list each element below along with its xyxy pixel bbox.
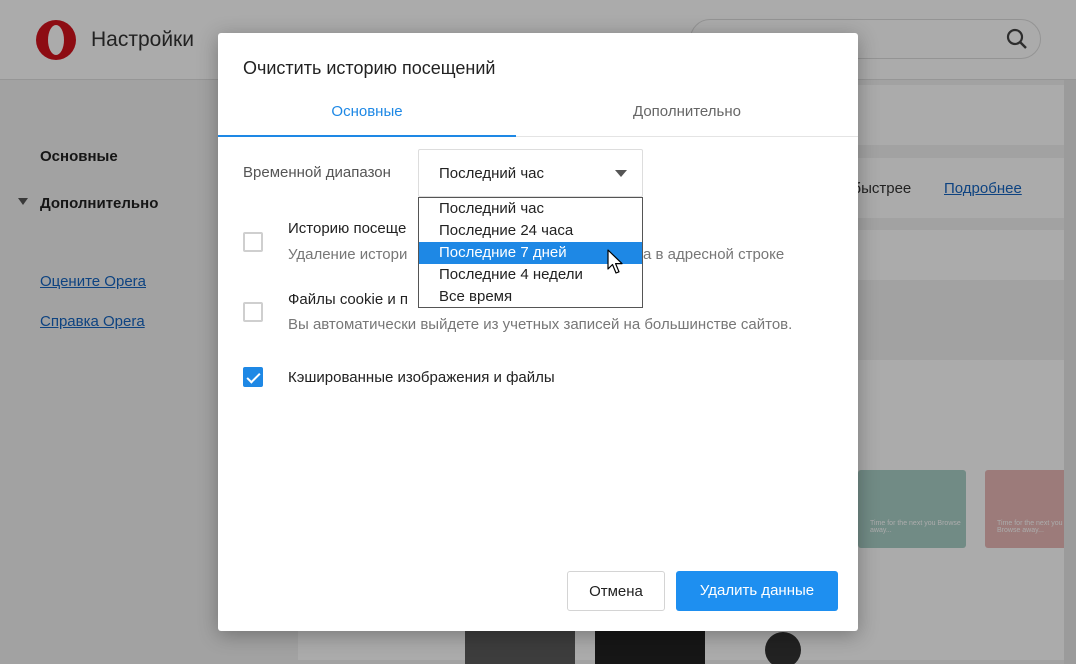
dropdown-option-last-hour[interactable]: Последний час — [419, 198, 642, 220]
mouse-cursor-icon — [607, 249, 623, 274]
cache-option-title: Кэшированные изображения и файлы — [288, 369, 555, 386]
clear-data-button[interactable]: Удалить данные — [676, 571, 838, 611]
cookies-checkbox[interactable] — [243, 302, 263, 322]
history-option-desc-tail: а в адресной строке — [643, 246, 785, 263]
history-option-title: Историю посеще — [288, 220, 407, 237]
cookies-option-desc: Вы автоматически выйдете из учетных запи… — [288, 316, 793, 333]
cancel-button[interactable]: Отмена — [567, 571, 665, 611]
cookies-option-title: Файлы cookie и п — [288, 291, 409, 308]
dialog-title: Очистить историю посещений — [243, 58, 496, 78]
history-option-desc: Удаление истори — [288, 246, 408, 263]
tab-basic[interactable]: Основные — [218, 93, 516, 137]
time-range-label: Временной диапазон — [243, 164, 391, 181]
tab-advanced[interactable]: Дополнительно — [538, 93, 836, 137]
time-range-select[interactable]: Последний час — [418, 149, 643, 197]
dropdown-option-24-hours[interactable]: Последние 24 часа — [419, 220, 642, 242]
clear-history-dialog: Очистить историю посещений Основные Допо… — [218, 33, 858, 631]
dialog-tabs: Основные Дополнительно — [218, 93, 858, 137]
cache-checkbox[interactable] — [243, 367, 263, 387]
history-checkbox[interactable] — [243, 232, 263, 252]
chevron-down-icon — [615, 170, 627, 177]
dropdown-option-all-time[interactable]: Все время — [419, 286, 642, 308]
time-range-value: Последний час — [439, 165, 545, 182]
